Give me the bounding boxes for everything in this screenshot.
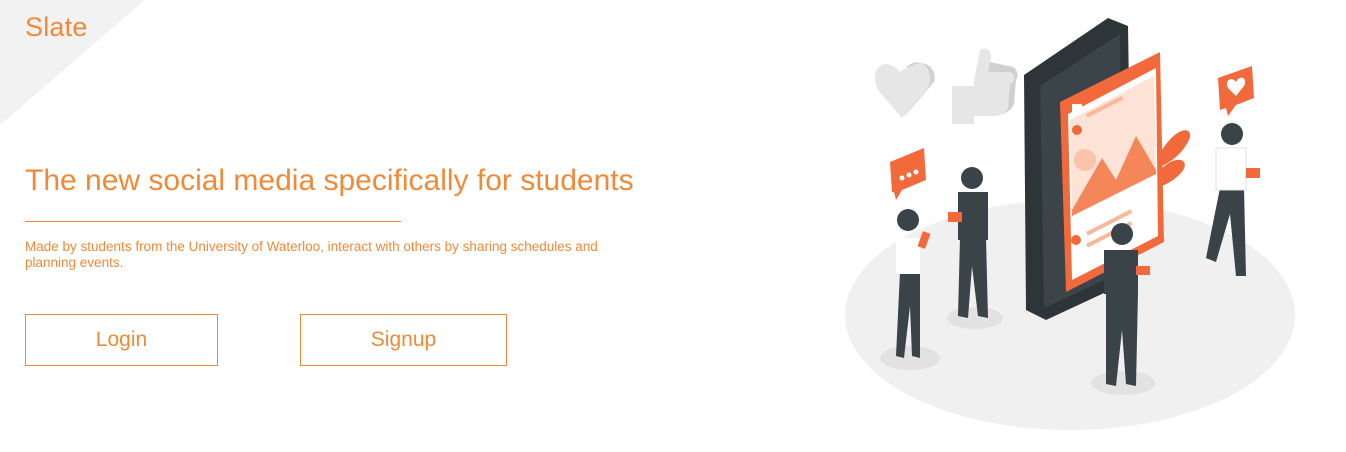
heart-bubble-icon — [1218, 66, 1254, 116]
thumbs-up-icon — [952, 48, 1018, 124]
chat-bubble-icon — [890, 148, 926, 200]
social-media-illustration — [845, 18, 1295, 430]
heart-icon — [875, 62, 935, 118]
hero-description: Made by students from the University of … — [25, 239, 598, 270]
brand-logo[interactable]: Slate — [25, 12, 88, 43]
hero-headline: The new social media specifically for st… — [25, 164, 634, 197]
camera-icon — [1072, 104, 1082, 112]
signup-button[interactable]: Signup — [300, 314, 507, 366]
login-button[interactable]: Login — [25, 314, 218, 366]
hero-divider — [25, 221, 401, 222]
